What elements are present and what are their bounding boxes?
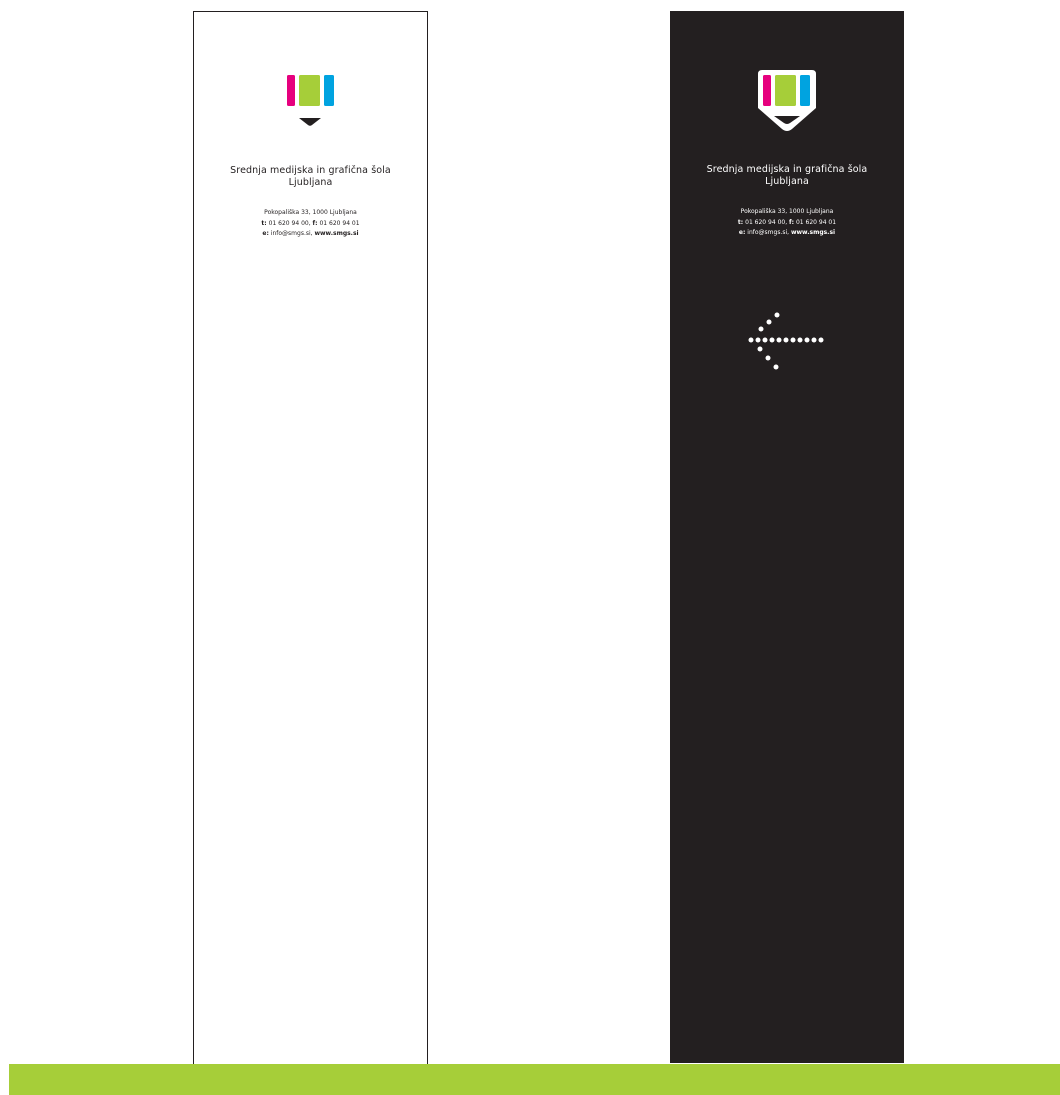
contact-block: Pokopališka 33, 1000 Ljubljana t: 01 620…: [194, 208, 427, 240]
school-name-line-1: Srednja medijska in grafična šola: [230, 165, 391, 176]
green-baseline-bar: [9, 1064, 1060, 1095]
address-line: Pokopališka 33, 1000 Ljubljana: [264, 209, 357, 216]
email-web-line: e: info@smgs.si, www.smgs.si: [670, 228, 904, 239]
school-name-line-1: Srednja medijska in grafična šola: [706, 164, 868, 175]
phone-number: 01 620 94 00,: [745, 218, 788, 226]
email-address: info@smgs.si,: [747, 229, 790, 236]
fax-number: 01 620 94 01: [795, 218, 837, 226]
fax-number: 01 620 94 01: [319, 219, 360, 227]
dark-bookmark-panel: Srednja medijska in grafična šola Ljublj…: [670, 11, 904, 1063]
phone-label: t:: [737, 218, 744, 226]
phone-number: 01 620 94 00,: [268, 219, 311, 227]
fax-label: f:: [312, 219, 318, 227]
phone-label: t:: [261, 219, 267, 227]
email-web-line: e: info@smgs.si, www.smgs.si: [194, 229, 427, 240]
email-label: e:: [738, 229, 746, 236]
website: www.smgs.si: [314, 230, 359, 237]
website: www.smgs.si: [790, 229, 836, 236]
address-line: Pokopališka 33, 1000 Ljubljana: [740, 208, 834, 215]
email-address: info@smgs.si,: [270, 230, 313, 237]
school-name: Srednja medijska in grafična šola Ljublj…: [194, 165, 427, 189]
phone-fax-line: t: 01 620 94 00, f: 01 620 94 01: [670, 218, 904, 229]
dotted-arrow-left-icon: [748, 312, 824, 370]
school-logo-icon: [758, 70, 816, 131]
school-name-line-2: Ljubljana: [765, 176, 809, 187]
contact-block: Pokopališka 33, 1000 Ljubljana t: 01 620…: [670, 207, 904, 239]
school-logo-icon: [286, 75, 334, 126]
school-name-line-2: Ljubljana: [288, 177, 333, 188]
fax-label: f:: [789, 218, 795, 226]
school-name: Srednja medijska in grafična šola Ljublj…: [670, 164, 904, 188]
phone-fax-line: t: 01 620 94 00, f: 01 620 94 01: [194, 219, 427, 230]
email-label: e:: [262, 230, 269, 237]
white-bookmark-panel: Srednja medijska in grafična šola Ljublj…: [193, 11, 428, 1067]
